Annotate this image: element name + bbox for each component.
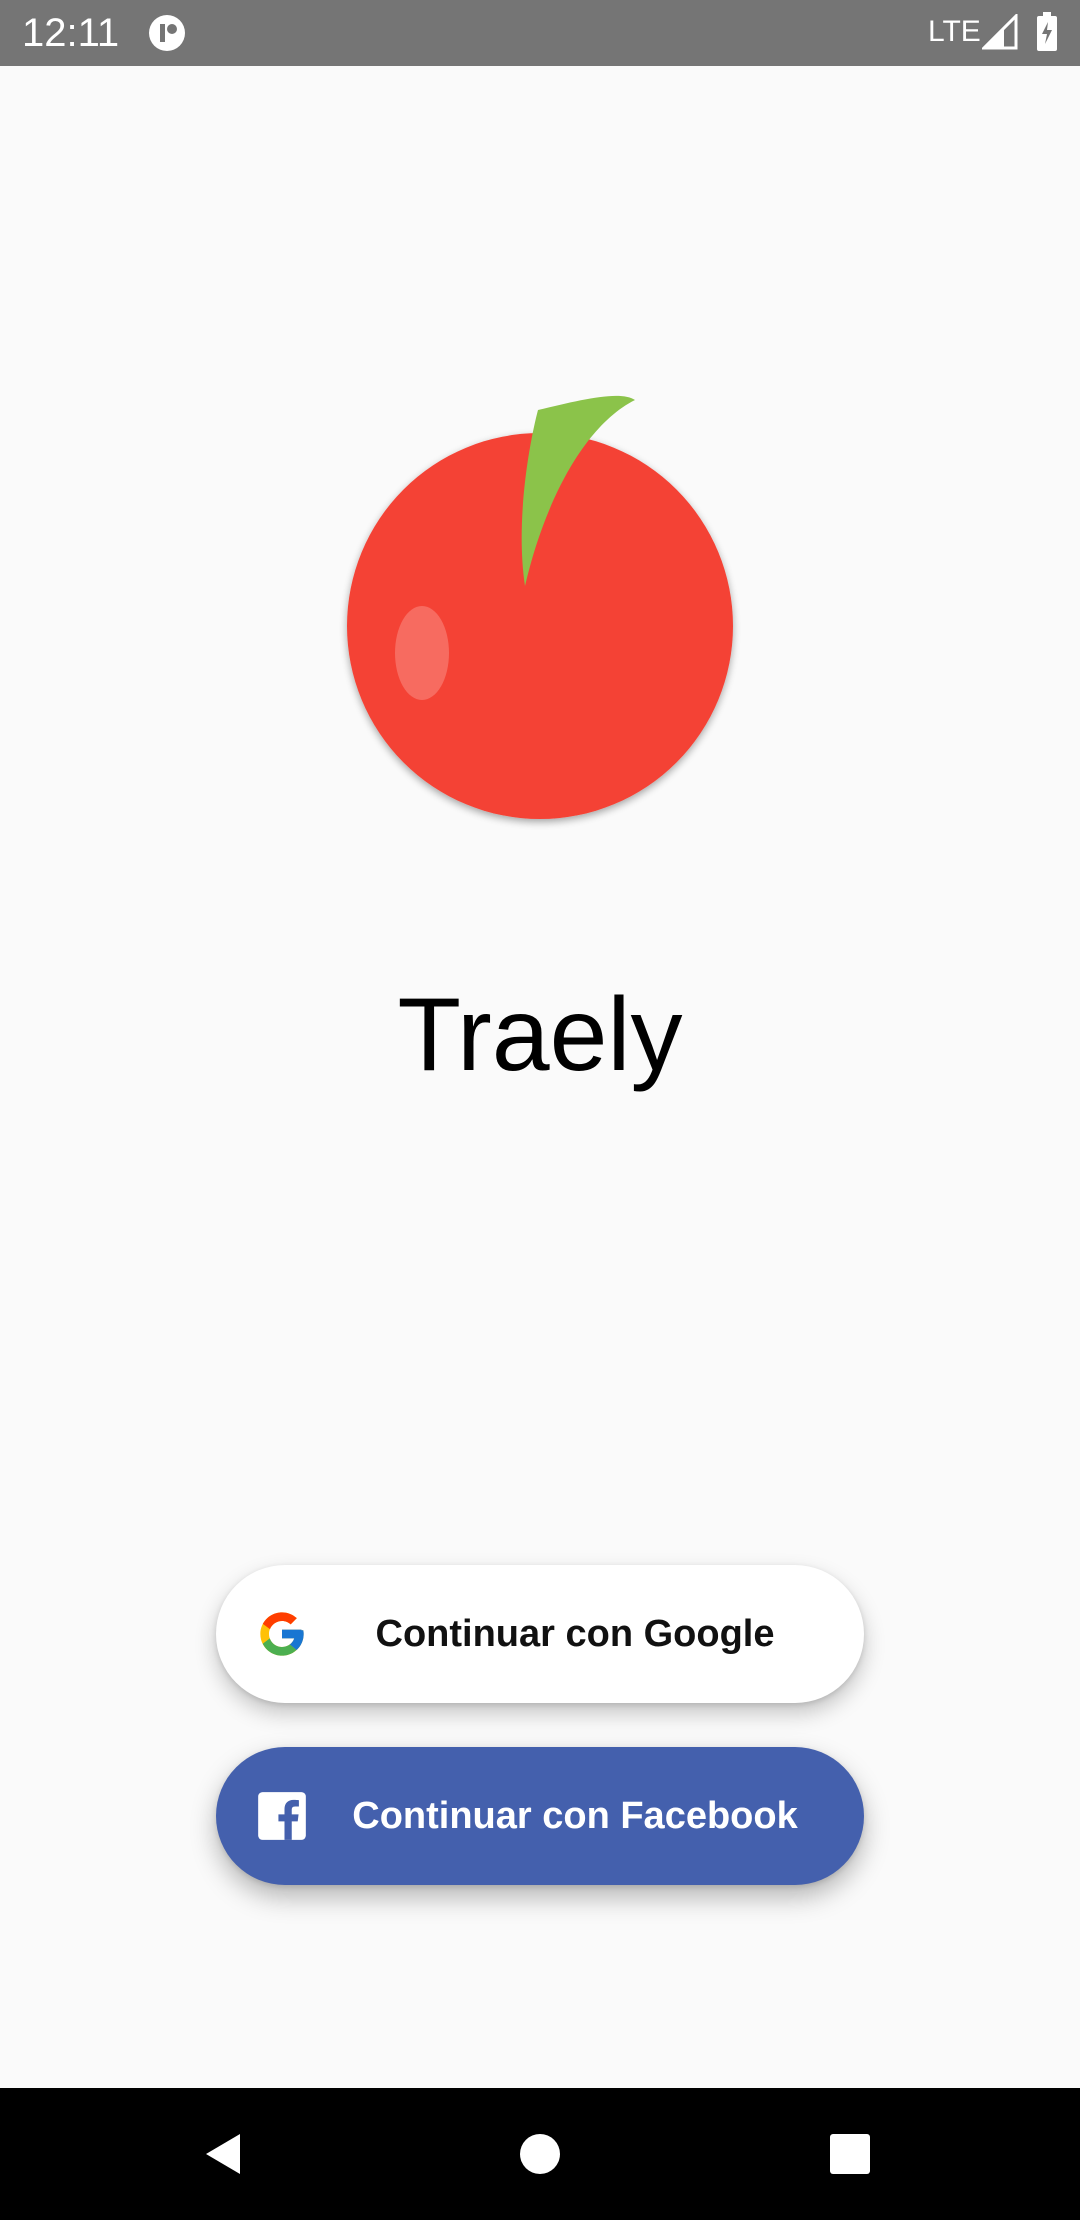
status-bar: 12:11 LTE bbox=[0, 0, 1080, 66]
google-icon bbox=[260, 1612, 304, 1656]
signal-icon bbox=[982, 14, 1018, 50]
battery-charging-icon bbox=[1037, 12, 1057, 51]
google-button-label: Continuar con Google bbox=[375, 1613, 775, 1655]
facebook-icon bbox=[258, 1792, 306, 1840]
login-screen: 12:11 LTE Traely Continuar con Google Co… bbox=[0, 0, 1080, 2220]
app-title: Traely bbox=[397, 977, 683, 1093]
recents-icon[interactable] bbox=[828, 2132, 872, 2176]
continue-with-facebook-button[interactable]: Continuar con Facebook bbox=[216, 1747, 864, 1885]
navigation-bar bbox=[0, 2088, 1080, 2220]
facebook-button-label: Continuar con Facebook bbox=[352, 1795, 798, 1837]
status-time: 12:11 bbox=[22, 11, 120, 55]
app-notification-icon bbox=[149, 15, 185, 51]
apple-logo-icon bbox=[347, 395, 733, 819]
home-icon[interactable] bbox=[518, 2132, 562, 2176]
network-type: LTE bbox=[928, 15, 981, 48]
continue-with-google-button[interactable]: Continuar con Google bbox=[216, 1565, 864, 1703]
back-icon[interactable] bbox=[200, 2130, 248, 2178]
